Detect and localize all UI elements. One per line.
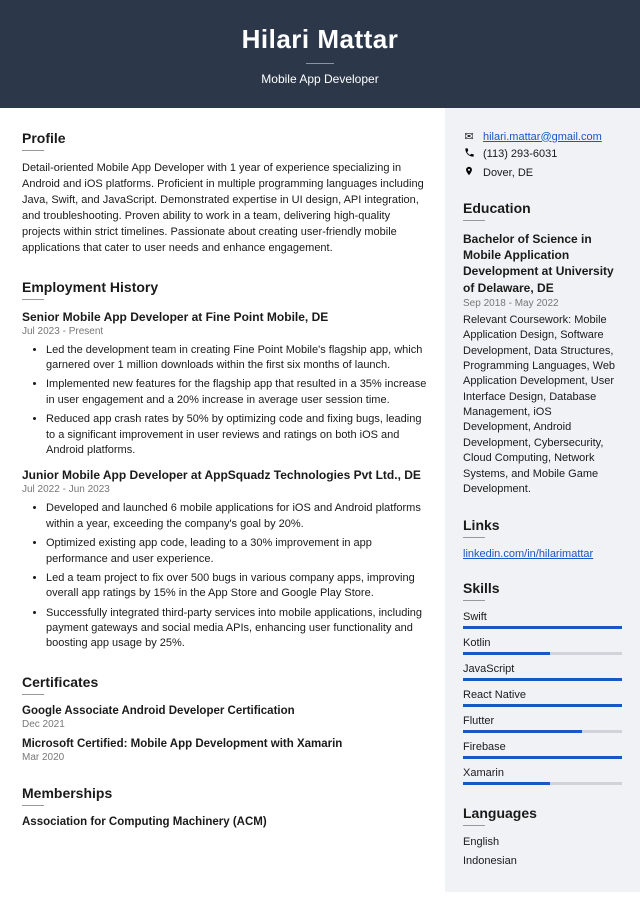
certificate-entry: Microsoft Certified: Mobile App Developm… [22, 738, 427, 763]
certificate-date: Mar 2020 [22, 752, 427, 763]
phone-icon [463, 147, 475, 161]
section-divider [22, 150, 44, 151]
skill-bar [463, 756, 622, 759]
job-bullet: Optimized existing app code, leading to … [46, 536, 427, 567]
section-divider [22, 299, 44, 300]
section-divider [22, 694, 44, 695]
skill-name: Flutter [463, 715, 622, 727]
employment-heading: Employment History [22, 279, 427, 295]
skill-bar-fill [463, 782, 550, 785]
section-divider [22, 805, 44, 806]
section-divider [463, 537, 485, 538]
job-bullet: Led the development team in creating Fin… [46, 343, 427, 374]
skill-entry: Kotlin [463, 637, 622, 655]
job-entry: Senior Mobile App Developer at Fine Poin… [22, 310, 427, 459]
skill-name: React Native [463, 689, 622, 701]
job-title: Junior Mobile App Developer at AppSquadz… [22, 468, 427, 482]
job-bullet: Reduced app crash rates by 50% by optimi… [46, 412, 427, 458]
person-name: Hilari Mattar [0, 24, 640, 55]
linkedin-link[interactable]: linkedin.com/in/hilarimattar [463, 548, 622, 560]
contact-email-row: ✉ hilari.mattar@gmail.com [463, 130, 622, 143]
email-icon: ✉ [463, 130, 475, 143]
skills-heading: Skills [463, 580, 622, 596]
skill-entry: Firebase [463, 741, 622, 759]
skill-bar [463, 782, 622, 785]
education-heading: Education [463, 200, 622, 216]
skill-bar-fill [463, 704, 622, 707]
job-title: Senior Mobile App Developer at Fine Poin… [22, 310, 427, 324]
skill-bar-fill [463, 756, 622, 759]
job-bullets: Developed and launched 6 mobile applicat… [22, 501, 427, 652]
skill-entry: Swift [463, 611, 622, 629]
skill-bar-fill [463, 730, 582, 733]
skill-name: JavaScript [463, 663, 622, 675]
skill-bar-fill [463, 626, 622, 629]
language-item: Indonesian [463, 855, 622, 867]
resume-header: Hilari Mattar Mobile App Developer [0, 0, 640, 108]
education-desc: Relevant Coursework: Mobile Application … [463, 313, 622, 498]
certificate-title: Microsoft Certified: Mobile App Developm… [22, 738, 427, 750]
skill-bar-fill [463, 652, 550, 655]
contact-phone-row: (113) 293-6031 [463, 147, 622, 161]
certificate-date: Dec 2021 [22, 719, 427, 730]
skill-bar-fill [463, 678, 622, 681]
contact-location-row: Dover, DE [463, 165, 622, 180]
membership-title: Association for Computing Machinery (ACM… [22, 816, 427, 828]
certificate-title: Google Associate Android Developer Certi… [22, 705, 427, 717]
job-bullet: Implemented new features for the flagshi… [46, 377, 427, 408]
education-dates: Sep 2018 - May 2022 [463, 298, 622, 309]
profile-heading: Profile [22, 130, 427, 146]
skill-bar [463, 652, 622, 655]
links-heading: Links [463, 517, 622, 533]
job-bullet: Successfully integrated third-party serv… [46, 606, 427, 652]
job-bullets: Led the development team in creating Fin… [22, 343, 427, 459]
job-dates: Jul 2023 - Present [22, 326, 427, 337]
education-degree: Bachelor of Science in Mobile Applicatio… [463, 231, 622, 296]
sidebar-column: ✉ hilari.mattar@gmail.com (113) 293-6031… [445, 108, 640, 892]
skill-entry: React Native [463, 689, 622, 707]
location-icon [463, 165, 475, 180]
certificates-heading: Certificates [22, 674, 427, 690]
header-divider [306, 63, 334, 64]
skill-entry: Xamarin [463, 767, 622, 785]
memberships-heading: Memberships [22, 785, 427, 801]
job-entry: Junior Mobile App Developer at AppSquadz… [22, 468, 427, 652]
skill-name: Xamarin [463, 767, 622, 779]
skill-name: Kotlin [463, 637, 622, 649]
skill-bar [463, 704, 622, 707]
skill-entry: Flutter [463, 715, 622, 733]
section-divider [463, 220, 485, 221]
section-divider [463, 825, 485, 826]
certificate-entry: Google Associate Android Developer Certi… [22, 705, 427, 730]
job-title-subtitle: Mobile App Developer [0, 72, 640, 86]
phone-text: (113) 293-6031 [483, 148, 557, 160]
main-column: Profile Detail-oriented Mobile App Devel… [0, 108, 445, 892]
job-bullet: Developed and launched 6 mobile applicat… [46, 501, 427, 532]
skill-bar [463, 626, 622, 629]
email-link[interactable]: hilari.mattar@gmail.com [483, 131, 602, 143]
job-dates: Jul 2022 - Jun 2023 [22, 484, 427, 495]
skill-bar [463, 730, 622, 733]
language-item: English [463, 836, 622, 848]
location-text: Dover, DE [483, 167, 533, 179]
section-divider [463, 600, 485, 601]
profile-text: Detail-oriented Mobile App Developer wit… [22, 161, 427, 257]
job-bullet: Led a team project to fix over 500 bugs … [46, 571, 427, 602]
skill-entry: JavaScript [463, 663, 622, 681]
languages-heading: Languages [463, 805, 622, 821]
skill-name: Firebase [463, 741, 622, 753]
skill-name: Swift [463, 611, 622, 623]
skill-bar [463, 678, 622, 681]
